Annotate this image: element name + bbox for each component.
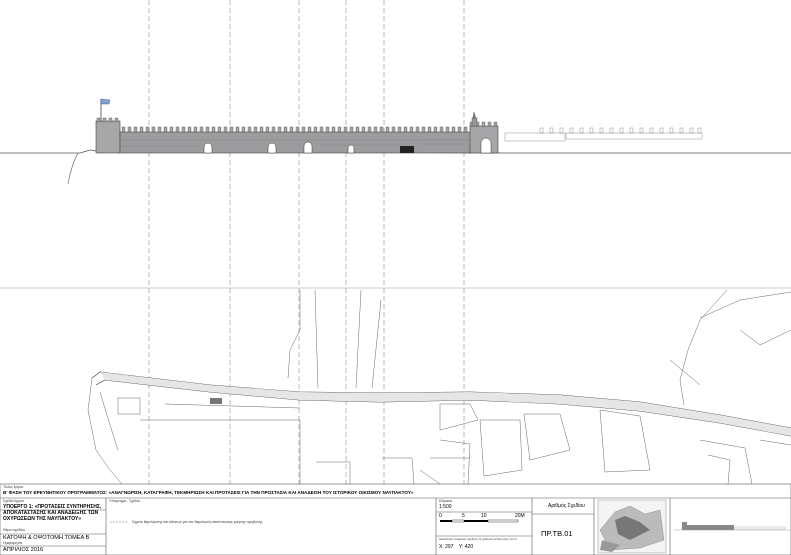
wall-plan	[87, 289, 791, 485]
scale-tick-20: 20M	[515, 513, 525, 519]
coord-x: X: 297	[439, 544, 454, 550]
scale-tick-0: 0	[439, 513, 442, 519]
sheet-label: Αριθμός Σχεδίου	[548, 503, 585, 509]
flag-icon	[100, 98, 111, 105]
subproject-line-2: ΑΠΟΚΑΤΑΣΤΑΣΗΣ ΚΑΙ ΑΝΑΔΕΙΞΗΣ ΤΩΝ	[3, 509, 99, 516]
subproject-line-1: ΥΠΟΕΡΓΟ 1: «ΠΡΟΤΑΣΕΙΣ ΣΥΝΤΗΡΗΣΗΣ,	[3, 503, 102, 510]
scale-bar	[440, 519, 519, 523]
subproject-line-3: ΟΧΥΡΩΣΕΩΝ ΤΗΣ ΝΑΥΠΑΚΤΟΥ»	[3, 515, 82, 522]
notes-text: Σημείο θεμελίωσης και κλίσεων για τον θε…	[132, 519, 263, 524]
scale-value: 1:500	[439, 504, 452, 510]
coord-y: Y: 420	[459, 544, 474, 550]
scale-tick-5: 5	[462, 513, 465, 519]
sheet-number: ΠΡ.ΤΒ.01	[541, 529, 573, 538]
date-value: ΑΠΡΙΛΙΟΣ 2016	[3, 546, 44, 553]
notes-label: Υπόμνημα - Σχόλια	[109, 499, 140, 503]
coords-label: Διαστάσεις πλαισίου σχεδίου σε χιλιοστά …	[439, 537, 517, 541]
date-label: Ημερομηνία	[3, 540, 23, 545]
key-map	[597, 499, 667, 554]
wall-elevation	[0, 98, 791, 185]
drawing-sheet	[0, 0, 791, 555]
drawing-label: Θέμα σχεδίου	[3, 528, 26, 532]
elevation-thumbnail	[674, 522, 790, 531]
alignment-guides	[148, 0, 465, 484]
scale-tick-10: 10	[481, 513, 487, 519]
project-title: Β' ΦΑΣΗ ΤΟΥ ΕΡΕΥΝΗΤΙΚΟΥ ΠΡΟΓΡΑΜΜΑΤΟΣ: «Α…	[3, 490, 414, 495]
